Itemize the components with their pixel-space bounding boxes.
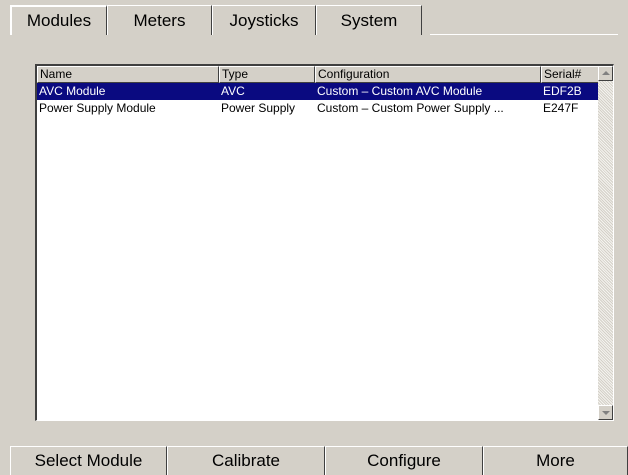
tab-joysticks[interactable]: Joysticks xyxy=(212,5,316,35)
list-rows: AVC Module AVC Custom – Custom AVC Modul… xyxy=(37,83,599,117)
cell-configuration: Custom – Custom AVC Module xyxy=(317,84,483,98)
tab-system[interactable]: System xyxy=(316,5,422,35)
cell-name: Power Supply Module xyxy=(39,101,156,115)
select-module-button[interactable]: Select Module xyxy=(10,446,167,475)
list-row-avc-module[interactable]: AVC Module AVC Custom – Custom AVC Modul… xyxy=(37,83,599,100)
calibrate-button[interactable]: Calibrate xyxy=(167,446,325,475)
arrow-up-icon xyxy=(602,71,610,75)
list-header: Name Type Configuration Serial# xyxy=(37,66,599,83)
more-button[interactable]: More xyxy=(483,446,628,475)
modules-list[interactable]: Name Type Configuration Serial# AVC Modu… xyxy=(35,64,614,421)
column-header-serial[interactable]: Serial# xyxy=(541,66,599,83)
cell-name: AVC Module xyxy=(39,84,106,98)
action-bar: Select Module Calibrate Configure More xyxy=(10,446,628,475)
cell-configuration: Custom – Custom Power Supply ... xyxy=(317,101,504,115)
tab-meters[interactable]: Meters xyxy=(107,5,212,35)
tab-modules[interactable]: Modules xyxy=(10,5,107,35)
scroll-up-button[interactable] xyxy=(598,66,613,81)
tab-strip: Modules Meters Joysticks System xyxy=(10,5,422,35)
cell-serial: EDF2B xyxy=(543,84,582,98)
scroll-down-button[interactable] xyxy=(598,405,613,420)
arrow-down-icon xyxy=(602,411,610,415)
cell-serial: E247F xyxy=(543,101,579,115)
column-header-configuration[interactable]: Configuration xyxy=(315,66,541,83)
list-row-power-supply-module[interactable]: Power Supply Module Power Supply Custom … xyxy=(37,100,599,117)
cell-type: AVC xyxy=(221,84,245,98)
configure-button[interactable]: Configure xyxy=(325,446,483,475)
column-header-name[interactable]: Name xyxy=(37,66,219,83)
tab-divider xyxy=(430,34,618,35)
vertical-scrollbar[interactable] xyxy=(598,66,613,420)
cell-type: Power Supply xyxy=(221,101,296,115)
column-header-type[interactable]: Type xyxy=(219,66,315,83)
